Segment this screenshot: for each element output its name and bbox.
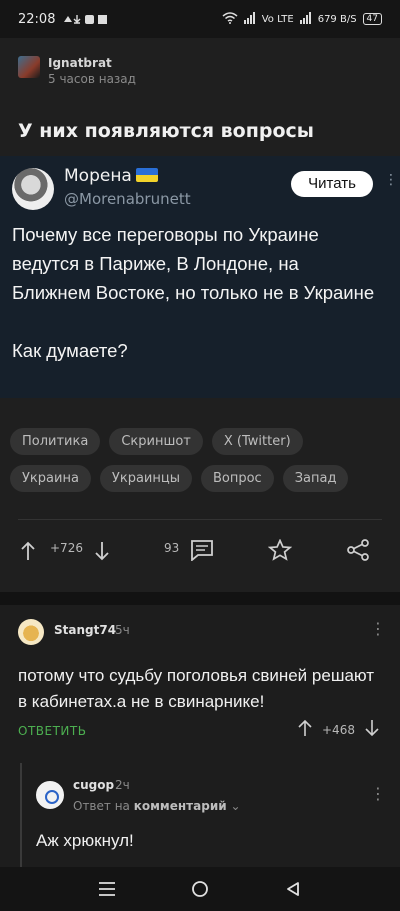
home-icon[interactable] [180, 874, 220, 904]
comment-votes: +468 [298, 719, 379, 740]
tweet-more-icon: ⋮ [384, 172, 398, 188]
post-author-row[interactable]: Ignatbrat 5 часов назад [18, 56, 136, 86]
network-speed: 679 B/S [317, 13, 357, 25]
tag-list: Политика Скриншот X (Twitter) Украина Ук… [10, 428, 390, 492]
status-time: 22:08 [18, 11, 56, 27]
reply-text: Аж хрюкнул! [36, 831, 134, 850]
ukraine-flag-icon [135, 168, 158, 182]
tweet-follow-button: Читать [291, 171, 373, 197]
comment-text: потому что судьбу поголовья свиней решаю… [18, 666, 375, 711]
tweet-author-name: Морена [64, 166, 158, 186]
tweet-screenshot[interactable]: Морена @Morenabrunett Читать ⋮ Почему вс… [0, 156, 400, 398]
star-icon[interactable] [268, 539, 292, 561]
status-bar: 22:08 Vo LTE 679 B/S 47 [0, 0, 400, 38]
post-actions: +726 93 [0, 533, 400, 573]
downvote-icon[interactable] [365, 719, 379, 740]
notification-icons [63, 13, 108, 25]
tag-question[interactable]: Вопрос [200, 465, 274, 492]
share-icon[interactable] [346, 539, 370, 561]
post-time: 5 часов назад [48, 72, 136, 86]
tag-twitter[interactable]: X (Twitter) [211, 428, 303, 455]
tweet-avatar [12, 168, 54, 210]
reply-author-name[interactable]: cugop [73, 778, 114, 792]
signal-icon-2 [299, 11, 312, 27]
tag-politics[interactable]: Политика [10, 428, 101, 455]
wifi-icon [222, 11, 238, 27]
tag-west[interactable]: Запад [282, 465, 349, 492]
signal-icon [243, 11, 256, 27]
tag-ukraine[interactable]: Украина [10, 465, 91, 492]
post-card: Ignatbrat 5 часов назад У них появляются… [0, 38, 400, 592]
tweet-handle: @Morenabrunett [64, 190, 191, 208]
reply-target[interactable]: Ответ на комментарий ⌄ [73, 799, 241, 813]
post-rating: +726 [50, 541, 83, 555]
avatar[interactable] [36, 781, 64, 809]
comment-time: 5ч [115, 623, 130, 637]
back-icon[interactable] [273, 874, 313, 904]
tag-screenshot[interactable]: Скриншот [109, 428, 203, 455]
more-vertical-icon[interactable]: ⋮ [370, 784, 386, 803]
comments-icon[interactable] [190, 539, 214, 561]
battery-icon: 47 [362, 13, 382, 25]
avatar[interactable] [18, 56, 40, 78]
reply-button[interactable]: ОТВЕТИТЬ [18, 724, 86, 738]
chevron-down-icon: ⌄ [230, 799, 241, 813]
tag-ukrainians[interactable]: Украинцы [99, 465, 192, 492]
upvote-icon[interactable] [298, 719, 312, 740]
post-author-name[interactable]: Ignatbrat [48, 56, 136, 70]
comment-author-name[interactable]: Stangt74 [54, 623, 116, 637]
divider [18, 519, 382, 520]
downvote-icon[interactable] [94, 541, 110, 561]
network-type: Vo LTE [261, 13, 294, 25]
avatar[interactable] [18, 619, 44, 645]
system-nav-bar [0, 867, 400, 911]
comment-rating: +468 [322, 722, 355, 737]
comments-count[interactable]: 93 [164, 541, 179, 555]
tweet-text: Почему все переговоры по Украине ведутся… [12, 224, 375, 361]
reply-time: 2ч [115, 778, 130, 792]
post-title[interactable]: У них появляются вопросы [18, 120, 314, 142]
more-vertical-icon[interactable]: ⋮ [370, 619, 386, 638]
menu-icon[interactable] [87, 874, 127, 904]
comment-card: Stangt74 5ч ⋮ потому что судьбу поголовь… [0, 605, 400, 871]
thread-line[interactable] [20, 763, 22, 871]
upvote-icon[interactable] [20, 541, 36, 561]
